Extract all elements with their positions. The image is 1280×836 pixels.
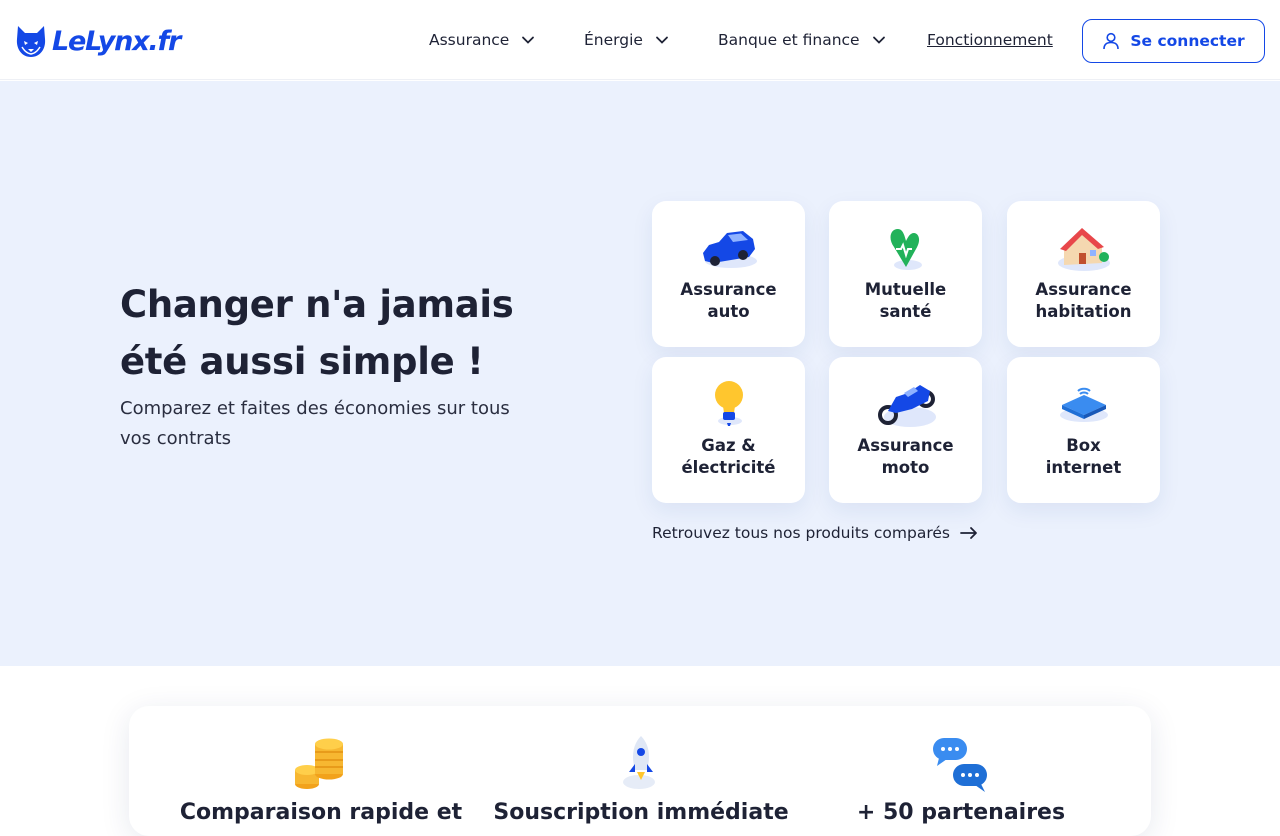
card-box-internet[interactable]: Box internet [1007,357,1160,503]
feature-label: Souscription immédiate [493,800,789,825]
hero-subtitle: Comparez et faites des économies sur tou… [120,398,510,449]
nav-banque-label: Banque et finance [718,31,860,49]
chat-bubbles-icon [933,738,987,792]
card-assurance-auto[interactable]: Assurance auto [652,201,805,347]
card-label: Gaz & électricité [681,436,776,477]
card-label: Mutuelle santé [864,280,947,321]
chevron-down-icon [656,36,668,44]
hero-title: Changer n'a jamais été aussi simple ! [120,283,514,383]
all-products-link[interactable]: Retrouvez tous nos produits comparés [652,524,978,542]
all-products-label: Retrouvez tous nos produits comparés [652,524,950,542]
user-icon [1103,32,1120,50]
rocket-icon [623,736,655,789]
nav-fonctionnement-label: Fonctionnement [927,31,1053,49]
login-button[interactable]: Se connecter [1082,19,1265,63]
car-icon [702,231,757,268]
nav-energie-label: Énergie [584,31,643,49]
logo-text: LeLynx.fr [52,25,181,57]
feature-label: Comparaison rapide et [179,800,463,825]
login-label: Se connecter [1130,32,1245,50]
card-label: Assurance auto [680,280,777,321]
site-header: LeLynx.fr Assurance Énergie Banque et fi… [0,0,1280,80]
card-label: Box internet [1045,436,1122,477]
nav-assurance[interactable]: Assurance [429,0,535,80]
hero-section: Changer n'a jamais été aussi simple ! Co… [0,81,1280,666]
card-assurance-habitation[interactable]: Assurance habitation [1007,201,1160,347]
lynx-logo-icon [16,26,46,57]
logo[interactable]: LeLynx.fr [14,22,181,60]
card-label: Assurance habitation [1035,280,1132,321]
motorcycle-icon [877,385,936,427]
feature-comparaison: Comparaison rapide et [171,706,471,825]
features-panel: Comparaison rapide et Souscription imméd… [129,706,1151,836]
heart-health-icon [890,229,922,270]
chevron-down-icon [872,36,885,44]
feature-souscription: Souscription immédiate [491,706,791,825]
coins-icon [295,738,343,789]
nav-fonctionnement[interactable]: Fonctionnement [927,0,1053,80]
light-bulb-icon [714,381,743,426]
card-gaz-electricite[interactable]: Gaz & électricité [652,357,805,503]
card-assurance-moto[interactable]: Assurance moto [829,357,982,503]
internet-box-icon [1059,387,1108,422]
nav-energie[interactable]: Énergie [584,0,669,80]
feature-partenaires: + 50 partenaires [811,706,1111,825]
card-label: Assurance moto [857,436,954,477]
feature-label: + 50 partenaires [856,800,1066,825]
nav-banque-finance[interactable]: Banque et finance [718,0,886,80]
nav-assurance-label: Assurance [429,31,510,49]
arrow-right-icon [960,527,977,539]
house-icon [1057,228,1110,271]
card-mutuelle-sante[interactable]: Mutuelle santé [829,201,982,347]
chevron-down-icon [522,36,535,44]
